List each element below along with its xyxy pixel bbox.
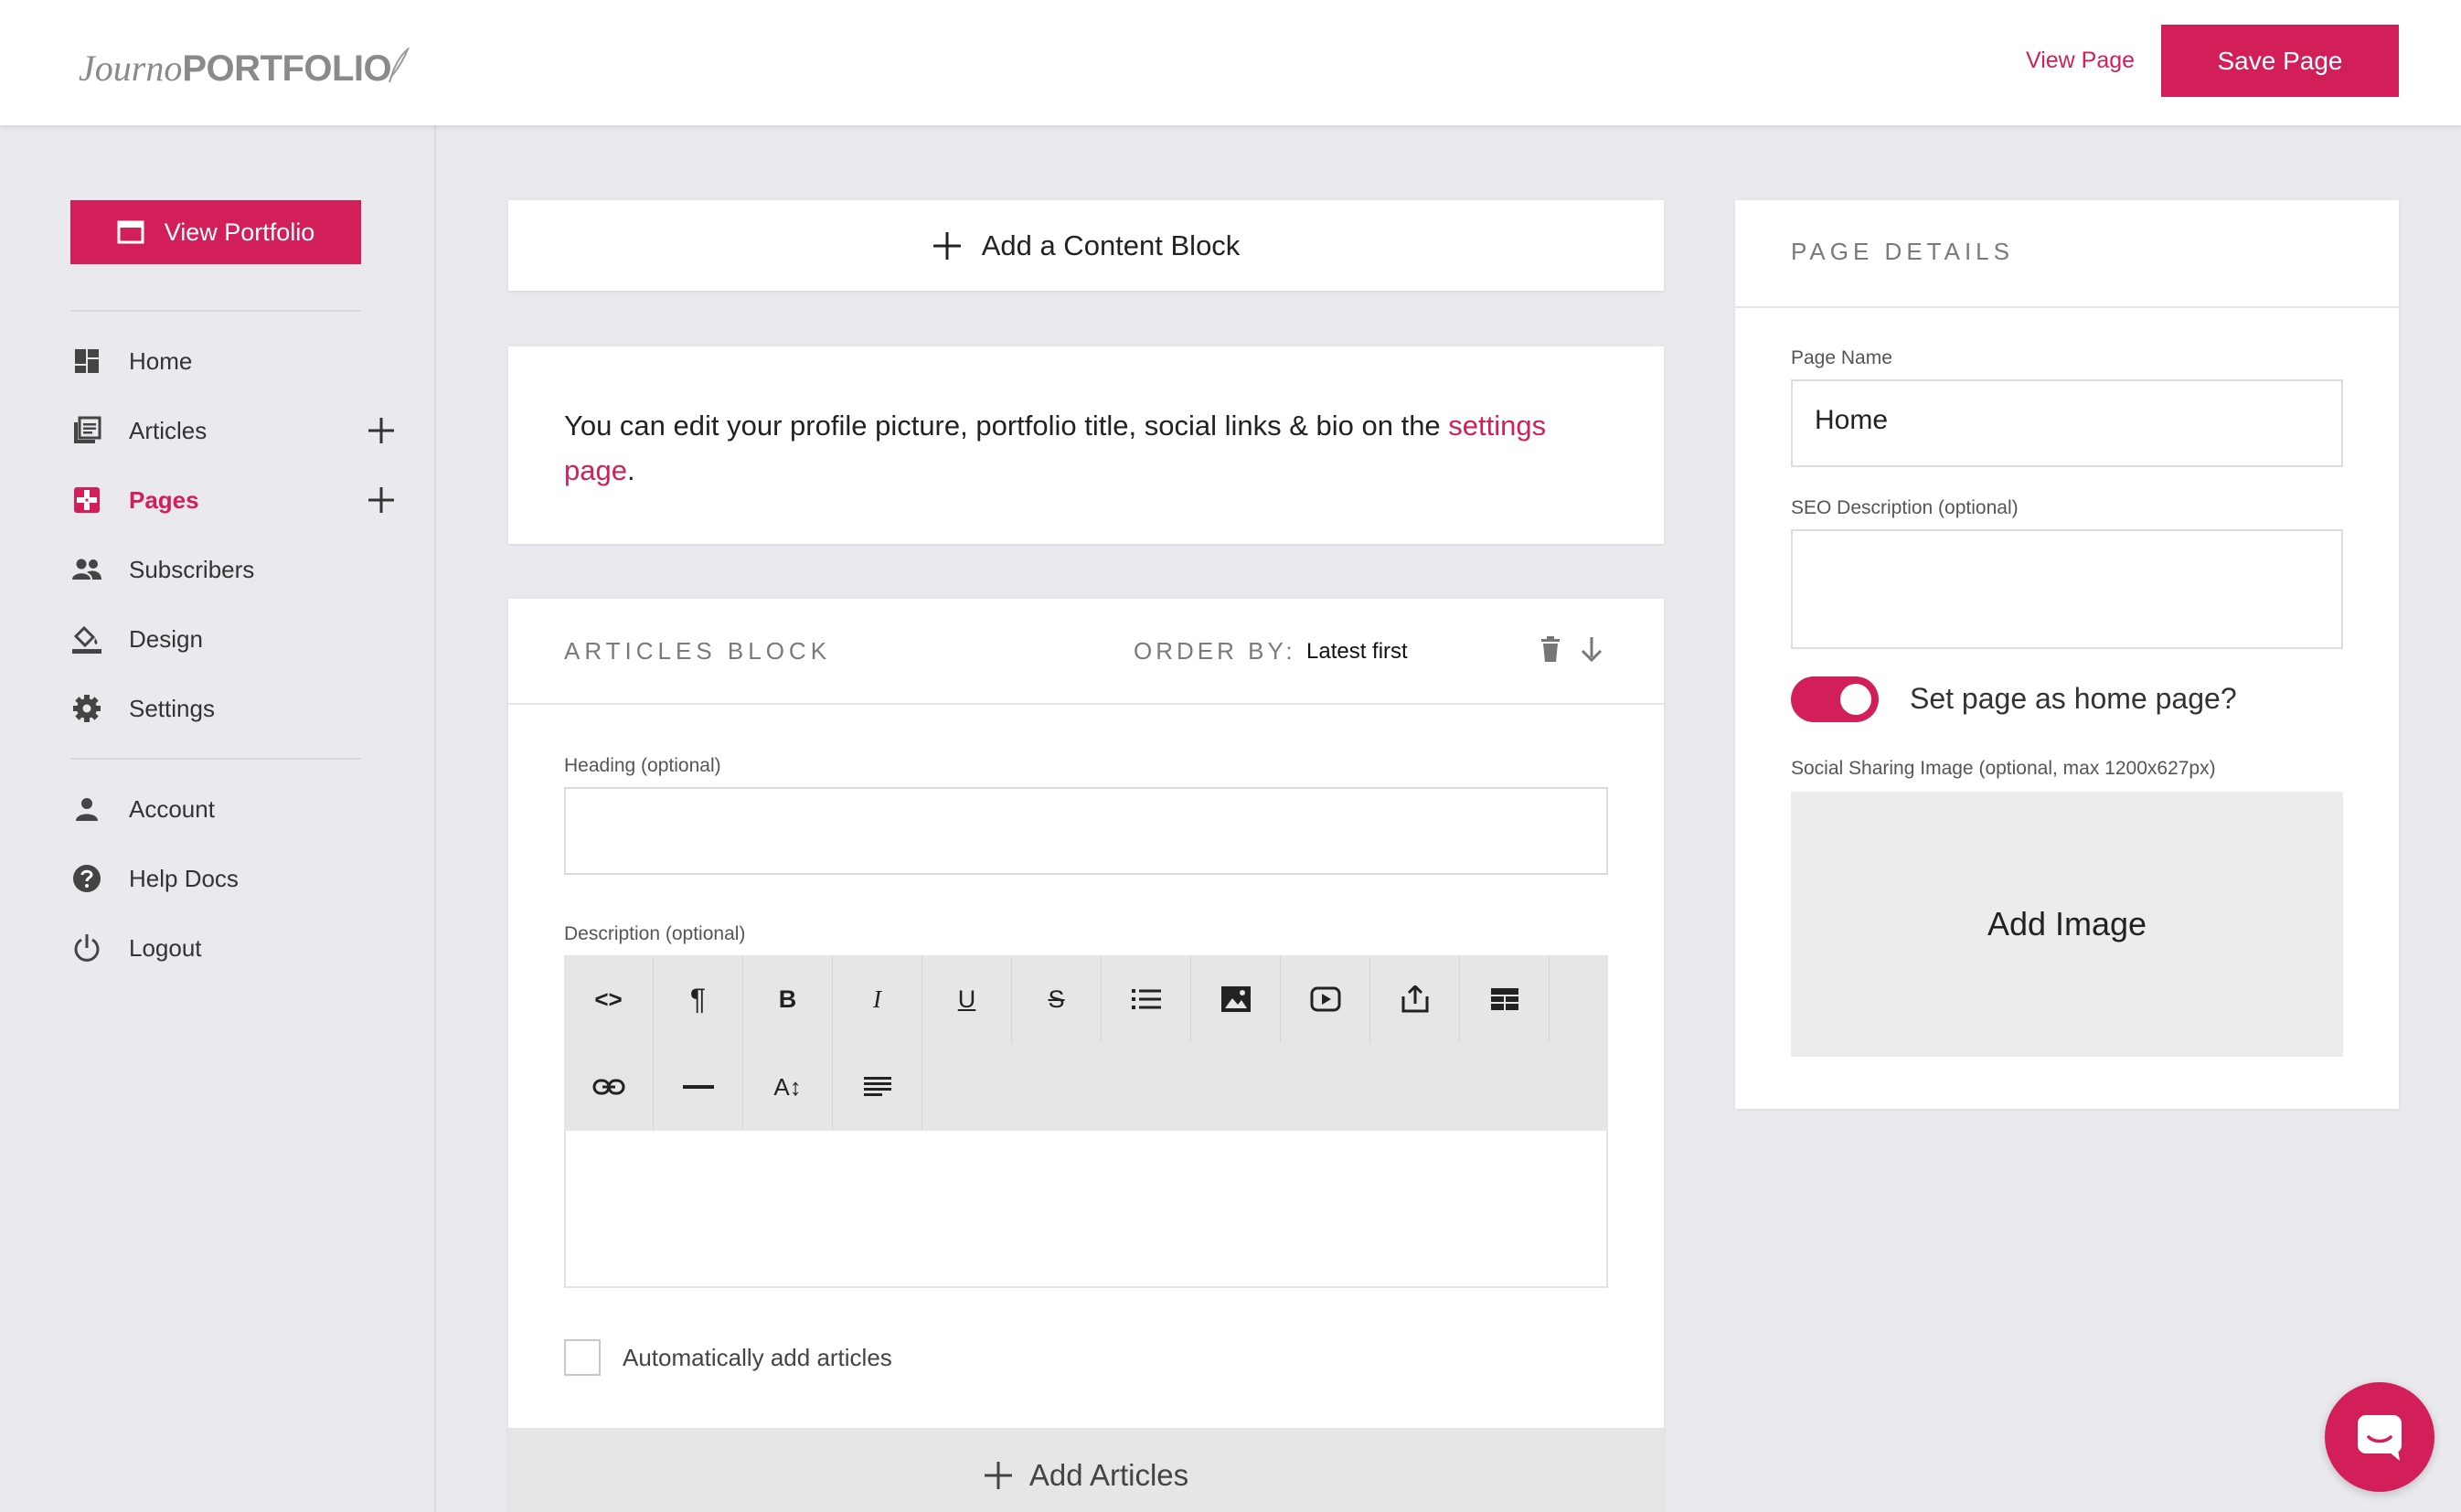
- sidebar-item-label: Subscribers: [129, 555, 255, 583]
- person-icon: [70, 793, 103, 825]
- page-name-label: Page Name: [1791, 347, 1892, 368]
- help-icon: [70, 862, 103, 895]
- sidebar-item-label: Logout: [129, 933, 202, 962]
- horizontal-rule-icon[interactable]: [654, 1043, 743, 1131]
- link-icon[interactable]: [564, 1043, 654, 1131]
- articles-block-title: ARTICLES BLOCK: [564, 637, 832, 665]
- underline-icon[interactable]: U: [922, 955, 1012, 1043]
- list-icon[interactable]: [1102, 955, 1191, 1043]
- trash-icon[interactable]: [1539, 635, 1562, 667]
- sidebar-item-label: Account: [129, 794, 215, 823]
- sidebar-divider: [70, 758, 361, 760]
- quill-icon: [389, 48, 410, 83]
- settings-info-card: You can edit your profile picture, portf…: [508, 346, 1664, 544]
- bold-icon[interactable]: B: [743, 955, 833, 1043]
- page-details-title: PAGE DETAILS: [1791, 238, 2014, 265]
- add-article-plus-icon[interactable]: [361, 410, 401, 451]
- info-text: You can edit your profile picture, portf…: [564, 410, 1449, 442]
- chat-icon: [2358, 1415, 2402, 1461]
- page-name-input[interactable]: Home: [1791, 379, 2343, 467]
- power-icon: [70, 932, 103, 964]
- sidebar-item-account[interactable]: Account: [70, 789, 361, 829]
- sidebar-item-label: Settings: [129, 694, 215, 722]
- chat-launcher-button[interactable]: [2325, 1382, 2434, 1492]
- add-articles-label: Add Articles: [1028, 1457, 1189, 1492]
- pages-icon: [70, 484, 103, 516]
- add-image-button[interactable]: Add Image: [1791, 792, 2343, 1057]
- sidebar-item-help-docs[interactable]: Help Docs: [70, 858, 361, 899]
- add-articles-button[interactable]: Add Articles: [508, 1428, 1664, 1512]
- auto-add-articles-checkbox[interactable]: Automatically add articles: [564, 1339, 892, 1376]
- articles-block: ARTICLES BLOCK ORDER BY: Latest first He…: [508, 599, 1664, 1512]
- logo-journo: Journo: [79, 48, 183, 89]
- code-view-icon[interactable]: <>: [564, 955, 654, 1043]
- settings-info-text: You can edit your profile picture, portf…: [564, 403, 1615, 493]
- articles-block-header: ARTICLES BLOCK ORDER BY: Latest first: [508, 599, 1664, 705]
- gear-icon: [70, 692, 103, 725]
- embed-icon[interactable]: [1370, 955, 1460, 1043]
- toggle-knob: [1840, 684, 1871, 715]
- align-icon[interactable]: [833, 1043, 922, 1131]
- sidebar-item-articles[interactable]: Articles: [70, 410, 394, 451]
- add-content-block-button[interactable]: Add a Content Block: [508, 200, 1664, 291]
- sidebar-item-home[interactable]: Home: [70, 341, 361, 381]
- sidebar-divider: [70, 310, 361, 312]
- paragraph-icon[interactable]: ¶: [654, 955, 743, 1043]
- home-page-toggle-label: Set page as home page?: [1910, 682, 2237, 715]
- video-icon[interactable]: [1281, 955, 1370, 1043]
- auto-add-label: Automatically add articles: [623, 1343, 892, 1371]
- articles-icon: [70, 414, 103, 447]
- paint-bucket-icon: [70, 623, 103, 655]
- table-icon[interactable]: [1460, 955, 1550, 1043]
- plus-icon: [932, 231, 961, 260]
- sidebar-item-pages[interactable]: Pages: [70, 480, 394, 520]
- social-image-label: Social Sharing Image (optional, max 1200…: [1791, 758, 2216, 779]
- sidebar-item-label: Articles: [129, 416, 208, 444]
- strikethrough-icon[interactable]: S: [1012, 955, 1102, 1043]
- add-image-label: Add Image: [1987, 905, 2147, 942]
- sidebar-item-settings[interactable]: Settings: [70, 688, 361, 729]
- logo-portfolio: PORTFOLIO: [182, 48, 392, 89]
- home-page-toggle[interactable]: [1791, 676, 1879, 722]
- page-details-panel: PAGE DETAILS Page Name Home SEO Descript…: [1735, 200, 2399, 1109]
- seo-description-input[interactable]: [1791, 529, 2343, 649]
- add-content-block-label: Add a Content Block: [981, 229, 1241, 261]
- top-bar: Journo PORTFOLIO View Page Save Page: [0, 0, 2461, 125]
- sidebar-item-label: Pages: [129, 485, 199, 514]
- description-label: Description (optional): [564, 923, 746, 944]
- view-portfolio-button[interactable]: View Portfolio: [70, 200, 361, 264]
- people-icon: [70, 553, 103, 586]
- dashboard-icon: [70, 345, 103, 378]
- add-page-plus-icon[interactable]: [361, 480, 401, 520]
- heading-label: Heading (optional): [564, 755, 721, 776]
- image-icon[interactable]: [1191, 955, 1281, 1043]
- plus-icon: [984, 1461, 1012, 1489]
- order-by-label: ORDER BY:: [1134, 637, 1296, 665]
- info-end: .: [626, 454, 635, 486]
- editor-toolbar: <> ¶ B I U S A↕: [564, 955, 1608, 1131]
- sidebar-item-logout[interactable]: Logout: [70, 928, 361, 968]
- sidebar-item-label: Home: [129, 346, 193, 375]
- window-icon: [117, 220, 144, 244]
- page-details-divider: [1735, 306, 2399, 308]
- font-size-icon[interactable]: A↕: [743, 1043, 833, 1131]
- description-editor[interactable]: [564, 1131, 1608, 1288]
- heading-input[interactable]: [564, 787, 1608, 875]
- arrow-down-icon[interactable]: [1580, 635, 1603, 667]
- sidebar-item-label: Help Docs: [129, 864, 239, 892]
- order-by-select[interactable]: Latest first: [1306, 639, 1408, 665]
- sidebar-item-label: Design: [129, 624, 203, 653]
- checkbox[interactable]: [564, 1339, 601, 1376]
- view-portfolio-label: View Portfolio: [164, 218, 315, 246]
- save-page-button[interactable]: Save Page: [2161, 25, 2399, 97]
- view-page-link[interactable]: View Page: [2026, 48, 2135, 74]
- sidebar-item-design[interactable]: Design: [70, 619, 361, 659]
- logo[interactable]: Journo PORTFOLIO: [79, 35, 410, 90]
- sidebar: View Portfolio Home Articles Pages Subsc…: [0, 125, 436, 1512]
- sidebar-item-subscribers[interactable]: Subscribers: [70, 549, 361, 590]
- seo-description-label: SEO Description (optional): [1791, 497, 2019, 518]
- italic-icon[interactable]: I: [833, 955, 922, 1043]
